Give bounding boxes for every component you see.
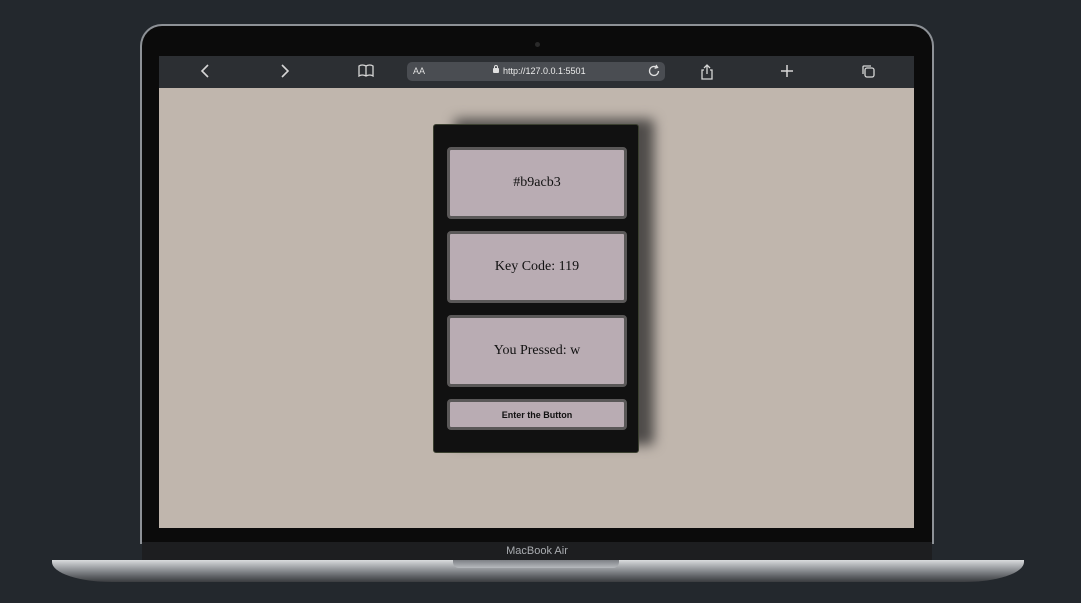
key-info-card: #b9acb3 Key Code: 119 You Pressed: w Ent… — [433, 124, 639, 453]
forward-icon[interactable] — [273, 62, 297, 82]
brand-label: MacBook Air — [506, 545, 568, 557]
address-bar[interactable]: AA http://127.0.0.1:5501 — [407, 62, 665, 81]
back-icon[interactable] — [193, 62, 217, 82]
tabs-icon[interactable] — [856, 62, 880, 82]
opening-notch — [453, 560, 619, 568]
camera-icon — [535, 42, 540, 47]
enter-button[interactable]: Enter the Button — [447, 399, 627, 430]
share-icon[interactable] — [695, 62, 719, 82]
pressed-key-display: You Pressed: w — [447, 315, 627, 387]
url-text: http://127.0.0.1:5501 — [503, 66, 586, 76]
browser-toolbar: AA http://127.0.0.1:5501 — [159, 56, 914, 88]
browser-viewport: AA http://127.0.0.1:5501 #b9acb3 Key Cod… — [159, 56, 914, 528]
reload-icon[interactable] — [647, 64, 661, 78]
key-code-display: Key Code: 119 — [447, 231, 627, 303]
color-display: #b9acb3 — [447, 147, 627, 219]
hinge-strip: MacBook Air — [142, 542, 932, 562]
text-size-button[interactable]: AA — [413, 62, 425, 81]
bookmarks-icon[interactable] — [354, 62, 378, 82]
lock-icon — [493, 65, 499, 73]
new-tab-icon[interactable] — [775, 62, 799, 82]
